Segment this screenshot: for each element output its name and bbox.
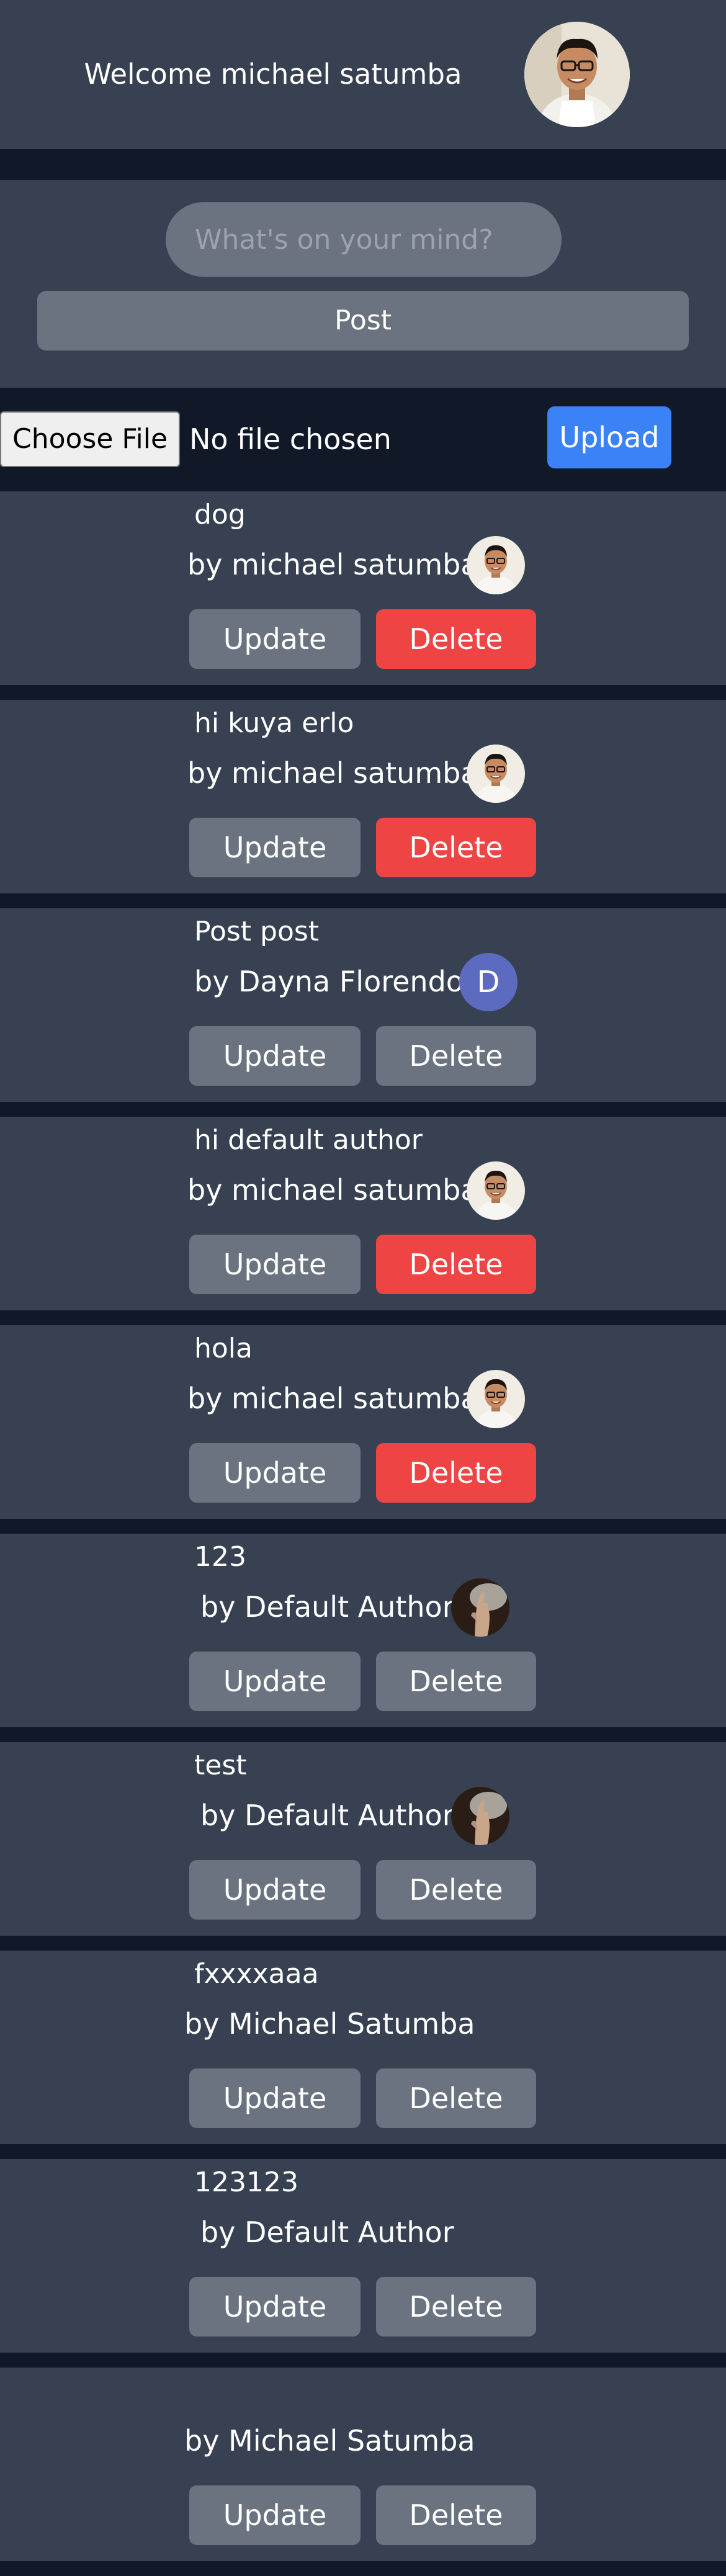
update-button[interactable]: Update — [189, 2068, 361, 2128]
author-photo-avatar — [467, 1370, 525, 1428]
post-author-name: by Dayna Florendo — [194, 965, 464, 998]
post-author-name: by michael satumba — [187, 1173, 478, 1207]
delete-button[interactable]: Delete — [376, 2277, 536, 2337]
post-author-name: by michael satumba — [187, 756, 478, 790]
welcome-text: Welcome michael satumba — [84, 58, 462, 91]
delete-button[interactable]: Delete — [376, 2485, 536, 2545]
post-card: test by Default Author Update Delete — [0, 1742, 726, 1936]
post-author-line: by michael satumba — [0, 536, 726, 594]
post-author-line: by Michael Satumba — [0, 1995, 726, 2052]
author-photo-avatar — [467, 745, 525, 803]
post-card: hi kuya erlo by michael satumba Update Dele… — [0, 700, 726, 893]
delete-button[interactable]: Delete — [376, 609, 536, 669]
delete-button[interactable]: Delete — [376, 2068, 536, 2128]
post-title: 123123 — [194, 2167, 298, 2198]
delete-button[interactable]: Delete — [376, 1235, 536, 1294]
whats-on-your-mind-input[interactable] — [166, 202, 562, 277]
post-card: dog by michael satumba Update Delete — [0, 491, 726, 685]
post-button[interactable]: Post — [37, 291, 689, 351]
post-title: Post post — [194, 916, 320, 947]
author-photo-avatar — [451, 1787, 509, 1845]
post-title: fxxxxaaa — [194, 1958, 319, 1990]
post-author-name: by michael satumba — [187, 1382, 478, 1415]
post-title: hi kuya erlo — [194, 707, 354, 739]
post-title: dog — [194, 499, 246, 530]
user-photo-icon — [524, 22, 630, 127]
update-button[interactable]: Update — [189, 1860, 361, 1920]
post-card: 123 by Default Author Update Delete — [0, 1534, 726, 1727]
post-author-line: by michael satumba — [0, 745, 726, 803]
update-button[interactable]: Update — [189, 609, 361, 669]
delete-button[interactable]: Delete — [376, 1026, 536, 1086]
post-author-line: by Default Author — [0, 1578, 726, 1637]
author-photo-avatar — [451, 1578, 509, 1637]
delete-button[interactable]: Delete — [376, 1860, 536, 1920]
update-button[interactable]: Update — [189, 2277, 361, 2337]
post-author-line: by Dayna Florendo D — [0, 953, 726, 1011]
post-author-line: by Default Author — [0, 2204, 726, 2261]
post-author-line: by Default Author — [0, 1787, 726, 1845]
delete-button[interactable]: Delete — [376, 1652, 536, 1711]
post-card: 123123 by Default Author Update Delete — [0, 2159, 726, 2353]
post-composer: Post — [0, 180, 726, 388]
post-author-line: by michael satumba — [0, 1161, 726, 1220]
header: Welcome michael satumba — [0, 0, 726, 149]
post-card: hola by michael satumba Update Delete — [0, 1325, 726, 1519]
post-author-name: by michael satumba — [187, 548, 478, 581]
post-author-line: by Michael Satumba — [0, 2412, 726, 2469]
user-avatar[interactable] — [524, 22, 630, 127]
post-author-line: by michael satumba — [0, 1370, 726, 1428]
post-card: fxxxxaaa by Michael Satumba Update Delete — [0, 1951, 726, 2144]
post-title: 123 — [194, 1541, 246, 1573]
upload-row: Choose File No file chosen Upload — [0, 388, 726, 491]
update-button[interactable]: Update — [189, 1652, 361, 1711]
delete-button[interactable]: Delete — [376, 818, 536, 877]
choose-file-button[interactable]: Choose File — [0, 411, 180, 467]
update-button[interactable]: Update — [189, 1235, 361, 1294]
update-button[interactable]: Update — [189, 1443, 361, 1503]
delete-button[interactable]: Delete — [376, 1443, 536, 1503]
post-title: hi default author — [194, 1124, 423, 1156]
update-button[interactable]: Update — [189, 818, 361, 877]
author-initial-avatar: D — [459, 953, 518, 1011]
post-author-name: by Michael Satumba — [184, 2007, 475, 2041]
author-photo-avatar — [467, 536, 525, 594]
post-title: hola — [194, 1333, 253, 1364]
update-button[interactable]: Update — [189, 1026, 361, 1086]
author-photo-avatar — [467, 1161, 525, 1220]
post-author-name: by Michael Satumba — [184, 2424, 475, 2457]
post-title: test — [194, 1750, 247, 1781]
post-card: by Michael Satumba Update Delete — [0, 2368, 726, 2561]
file-status-text: No file chosen — [189, 423, 392, 456]
post-author-name: by Default Author — [200, 2216, 454, 2249]
post-card: Post post by Dayna Florendo D Update Delete — [0, 908, 726, 1102]
post-author-name: by Default Author — [200, 1799, 454, 1832]
post-author-name: by Default Author — [200, 1590, 454, 1624]
upload-button[interactable]: Upload — [547, 406, 671, 468]
update-button[interactable]: Update — [189, 2485, 361, 2545]
post-card: hi default author by michael satumba Updat… — [0, 1117, 726, 1310]
